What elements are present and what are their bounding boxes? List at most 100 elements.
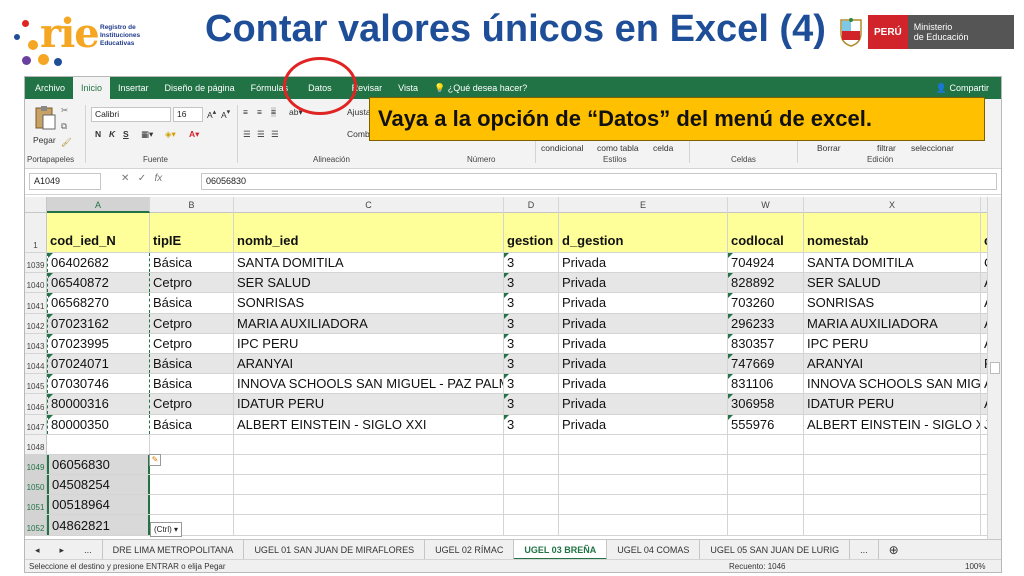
paste-ctrl-button[interactable]: (Ctrl) ▾: [150, 522, 183, 537]
cell-x[interactable]: SER SALUD: [804, 273, 981, 293]
cut-icon[interactable]: ✂: [61, 105, 68, 116]
formula-input[interactable]: 06056830: [201, 173, 997, 190]
worksheet-grid[interactable]: A B C D E W X 1 cod_ied_N tipIE nomb_ied ges…: [25, 197, 987, 539]
col-header-b[interactable]: B: [150, 197, 234, 213]
cell-d[interactable]: [504, 475, 559, 495]
cell-b[interactable]: [150, 454, 234, 475]
header-cell-d[interactable]: gestion: [504, 213, 559, 252]
sheet-nav-next-icon[interactable]: ▸: [50, 540, 75, 560]
cell-w[interactable]: 747669: [728, 353, 804, 374]
row-number[interactable]: 1048: [25, 434, 47, 454]
share-button[interactable]: 👤 Compartir: [928, 77, 997, 99]
tab-archivo[interactable]: Archivo: [27, 77, 73, 99]
cell-e[interactable]: Privada: [559, 333, 728, 353]
sheet-tab-ugel03[interactable]: UGEL 03 BREÑA: [514, 539, 608, 560]
row-number[interactable]: 1043: [25, 333, 47, 353]
grow-font-icon[interactable]: A▴: [207, 107, 216, 120]
sheet-nav-prev-icon[interactable]: ◂: [25, 540, 50, 560]
cell-c[interactable]: [234, 454, 504, 475]
align-top-icon[interactable]: ≡: [243, 107, 248, 117]
paste-icon[interactable]: [33, 105, 57, 131]
pasted-cell-a[interactable]: 04508254: [47, 475, 150, 495]
row-number[interactable]: 1041: [25, 293, 47, 313]
underline-button[interactable]: S: [123, 129, 129, 139]
cell-a[interactable]: 07023995: [47, 333, 150, 353]
cell-b[interactable]: Básica: [150, 253, 234, 273]
col-header-x[interactable]: X: [804, 197, 981, 213]
row-number[interactable]: 1040: [25, 273, 47, 293]
col-header-w[interactable]: W: [728, 197, 804, 213]
cell-x[interactable]: IDATUR PERU: [804, 394, 981, 414]
col-header-e[interactable]: E: [559, 197, 728, 213]
cell-c[interactable]: [234, 475, 504, 495]
align-right-icon[interactable]: ☰: [271, 129, 279, 140]
cell-e[interactable]: [559, 515, 728, 535]
cell-e[interactable]: Privada: [559, 273, 728, 293]
cell-e[interactable]: Privada: [559, 313, 728, 333]
sheet-tab-more-right[interactable]: ...: [850, 539, 879, 560]
cell-d[interactable]: 3: [504, 374, 559, 394]
cell-d[interactable]: 3: [504, 353, 559, 374]
cell-e[interactable]: [559, 454, 728, 475]
cell-e[interactable]: Privada: [559, 253, 728, 273]
cell-x[interactable]: SANTA DOMITILA: [804, 253, 981, 273]
header-cell-w[interactable]: codlocal: [728, 213, 804, 252]
cell-a[interactable]: 07024071: [47, 353, 150, 374]
font-color-icon[interactable]: A▾: [189, 129, 199, 140]
cell-b[interactable]: [150, 475, 234, 495]
cell-styles-button[interactable]: celda: [653, 143, 673, 153]
cell-x[interactable]: ALBERT EINSTEIN - SIGLO XXI: [804, 414, 981, 434]
cell-w[interactable]: 703260: [728, 293, 804, 313]
col-header-d[interactable]: D: [504, 197, 559, 213]
row-number[interactable]: 1042: [25, 313, 47, 333]
cell-d[interactable]: [504, 495, 559, 515]
cell-x[interactable]: [804, 515, 981, 535]
align-center-icon[interactable]: ☰: [257, 129, 265, 140]
cell-w[interactable]: 831106: [728, 374, 804, 394]
cell-b[interactable]: Básica: [150, 414, 234, 434]
pasted-cell-a[interactable]: 04862821: [47, 515, 150, 535]
cell-b[interactable]: Básica: [150, 353, 234, 374]
format-painter-icon[interactable]: 🖌: [61, 137, 72, 148]
merge-center-button[interactable]: Comb: [347, 129, 370, 139]
tab-insertar[interactable]: Insertar: [110, 77, 157, 99]
cell-e[interactable]: Privada: [559, 353, 728, 374]
cell-w[interactable]: 704924: [728, 253, 804, 273]
cell-x[interactable]: [804, 454, 981, 475]
cell-c[interactable]: INNOVA SCHOOLS SAN MIGUEL - PAZ PALM: [234, 374, 504, 394]
cell-b[interactable]: Cetpro: [150, 273, 234, 293]
font-size-select[interactable]: 16: [173, 107, 203, 122]
header-cell-e[interactable]: d_gestion: [559, 213, 728, 252]
pasted-cell-a[interactable]: 06056830: [47, 454, 150, 475]
cell-c[interactable]: [234, 434, 504, 454]
cell-w[interactable]: 296233: [728, 313, 804, 333]
cell-w[interactable]: 830357: [728, 333, 804, 353]
paste-button[interactable]: Pegar: [33, 135, 56, 145]
row-number[interactable]: 1052: [25, 515, 47, 535]
cell-d[interactable]: 3: [504, 394, 559, 414]
row-number[interactable]: 1047: [25, 414, 47, 434]
cell-a[interactable]: 06568270: [47, 293, 150, 313]
find-select-button[interactable]: seleccionar: [911, 143, 954, 153]
format-as-table-button[interactable]: como tabla: [597, 143, 639, 153]
cell-e[interactable]: [559, 475, 728, 495]
cell-c[interactable]: SER SALUD: [234, 273, 504, 293]
zoom-level[interactable]: 100%: [965, 562, 985, 571]
cell-a[interactable]: 80000316: [47, 394, 150, 414]
cell-w[interactable]: [728, 515, 804, 535]
borders-icon[interactable]: ▦▾: [141, 129, 153, 140]
cell-b[interactable]: Cetpro: [150, 313, 234, 333]
cell-d[interactable]: 3: [504, 313, 559, 333]
cell-x[interactable]: SONRISAS: [804, 293, 981, 313]
tab-vista[interactable]: Vista: [390, 77, 426, 99]
italic-button[interactable]: K: [109, 129, 115, 139]
cell-c[interactable]: [234, 495, 504, 515]
cell-b[interactable]: Básica: [150, 293, 234, 313]
header-cell-b[interactable]: tipIE: [150, 213, 234, 252]
cell-w[interactable]: [728, 454, 804, 475]
select-all-corner[interactable]: [25, 197, 47, 213]
header-cell-c[interactable]: nomb_ied: [234, 213, 504, 252]
cell-c[interactable]: SANTA DOMITILA: [234, 253, 504, 273]
row-number[interactable]: 1051: [25, 495, 47, 515]
cell-x[interactable]: [804, 495, 981, 515]
